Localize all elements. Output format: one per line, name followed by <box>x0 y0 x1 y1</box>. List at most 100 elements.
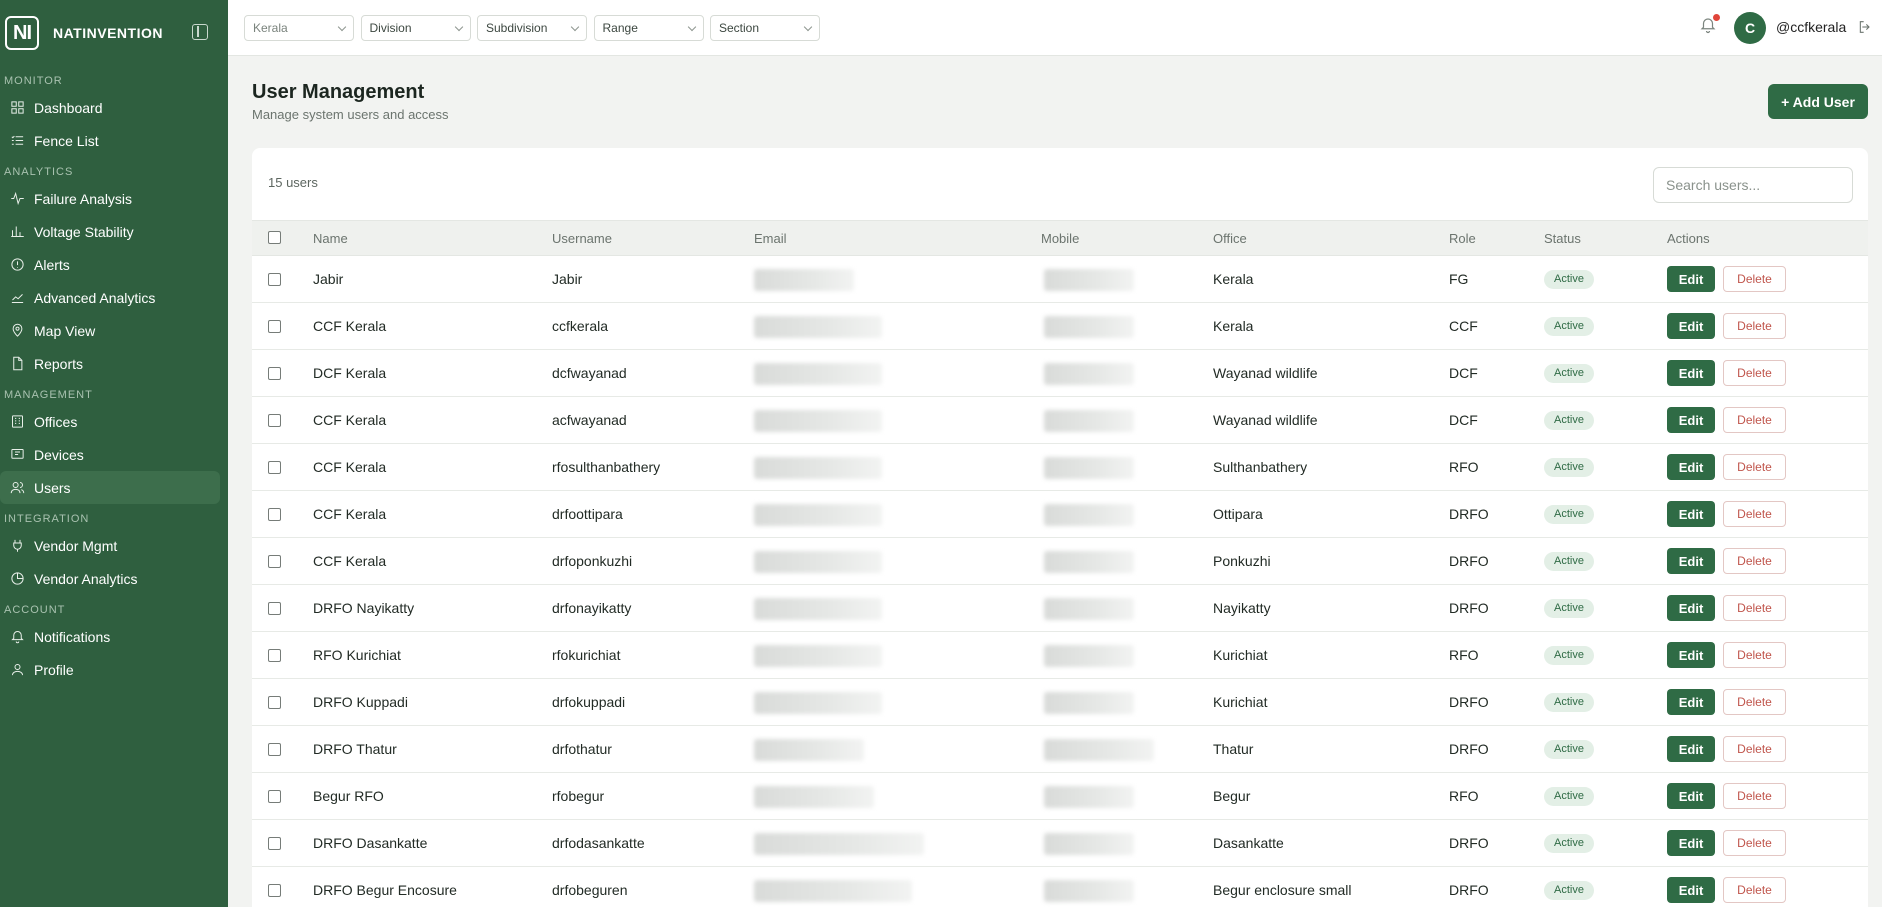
delete-button[interactable]: Delete <box>1723 783 1786 809</box>
delete-button[interactable]: Delete <box>1723 407 1786 433</box>
filter-select-division[interactable]: Division <box>360 15 471 41</box>
user-office: Wayanad wildlife <box>1213 365 1318 381</box>
column-header-email[interactable]: Email <box>754 231 787 246</box>
sidebar-item-voltage-stability[interactable]: Voltage Stability <box>0 215 220 248</box>
current-username[interactable]: @ccfkerala <box>1776 19 1846 35</box>
row-checkbox[interactable] <box>268 508 281 521</box>
user-role: DRFO <box>1449 694 1489 710</box>
edit-button[interactable]: Edit <box>1667 360 1715 386</box>
logout-icon[interactable] <box>1857 19 1875 37</box>
delete-button[interactable]: Delete <box>1723 360 1786 386</box>
delete-button[interactable]: Delete <box>1723 642 1786 668</box>
column-header-mobile[interactable]: Mobile <box>1041 231 1079 246</box>
user-username: drfokuppadi <box>552 694 626 710</box>
sidebar-item-advanced-analytics[interactable]: Advanced Analytics <box>0 281 220 314</box>
column-header-office[interactable]: Office <box>1213 231 1247 246</box>
row-checkbox[interactable] <box>268 696 281 709</box>
filter-select-range[interactable]: Range <box>593 15 704 41</box>
chevron-down-icon <box>687 22 696 32</box>
sidebar-nav: MONITOR Dashboard Fence List ANALYTICS Failu… <box>0 74 228 686</box>
column-header-status[interactable]: Status <box>1544 231 1581 246</box>
delete-button[interactable]: Delete <box>1723 595 1786 621</box>
sidebar-collapse-icon[interactable] <box>192 24 208 40</box>
sidebar-item-users[interactable]: Users <box>0 471 220 504</box>
delete-button[interactable]: Delete <box>1723 501 1786 527</box>
column-header-username[interactable]: Username <box>552 231 612 246</box>
user-name: DRFO Thatur <box>313 741 397 757</box>
table-row: Jabir Jabir Kerala FG Active Edit Delete <box>252 256 1868 303</box>
sidebar-item-failure-analysis[interactable]: Failure Analysis <box>0 182 220 215</box>
edit-button[interactable]: Edit <box>1667 877 1715 903</box>
row-checkbox[interactable] <box>268 649 281 662</box>
row-checkbox[interactable] <box>268 320 281 333</box>
sidebar-item-dashboard[interactable]: Dashboard <box>0 91 220 124</box>
bar-chart-icon <box>8 223 26 241</box>
edit-button[interactable]: Edit <box>1667 407 1715 433</box>
delete-button[interactable]: Delete <box>1723 830 1786 856</box>
row-checkbox[interactable] <box>268 273 281 286</box>
sidebar-item-reports[interactable]: Reports <box>0 347 220 380</box>
sidebar-section-label: MONITOR <box>4 75 63 87</box>
row-checkbox[interactable] <box>268 884 281 897</box>
edit-button[interactable]: Edit <box>1667 313 1715 339</box>
edit-button[interactable]: Edit <box>1667 689 1715 715</box>
delete-button[interactable]: Delete <box>1723 266 1786 292</box>
sidebar-item-devices[interactable]: Devices <box>0 438 220 471</box>
sidebar-item-profile[interactable]: Profile <box>0 653 220 686</box>
sidebar-item-label: Reports <box>34 355 84 372</box>
sidebar-item-offices[interactable]: Offices <box>0 405 220 438</box>
row-checkbox[interactable] <box>268 414 281 427</box>
delete-button[interactable]: Delete <box>1723 454 1786 480</box>
delete-button[interactable]: Delete <box>1723 313 1786 339</box>
redacted-mobile <box>1044 551 1134 573</box>
avatar[interactable]: C <box>1734 12 1766 44</box>
sidebar-item-map-view[interactable]: Map View <box>0 314 220 347</box>
select-all-checkbox[interactable] <box>268 231 281 244</box>
filter-select-section[interactable]: Section <box>710 15 820 41</box>
user-name: CCF Kerala <box>313 553 387 569</box>
filter-select-subdivision[interactable]: Subdivision <box>477 15 587 41</box>
column-header-role[interactable]: Role <box>1449 231 1476 246</box>
edit-button[interactable]: Edit <box>1667 830 1715 856</box>
delete-button[interactable]: Delete <box>1723 689 1786 715</box>
filter-select-kerala[interactable]: Kerala <box>244 15 354 41</box>
redacted-email <box>754 598 882 620</box>
status-badge: Active <box>1544 458 1594 477</box>
user-office: Kerala <box>1213 271 1254 287</box>
search-input[interactable] <box>1653 167 1853 203</box>
add-user-button[interactable]: + Add User <box>1768 84 1868 119</box>
delete-button[interactable]: Delete <box>1723 548 1786 574</box>
row-checkbox[interactable] <box>268 555 281 568</box>
user-office: Wayanad wildlife <box>1213 412 1318 428</box>
delete-button[interactable]: Delete <box>1723 736 1786 762</box>
user-name: DRFO Dasankatte <box>313 835 428 851</box>
row-checkbox[interactable] <box>268 461 281 474</box>
row-checkbox[interactable] <box>268 367 281 380</box>
status-badge: Active <box>1544 693 1594 712</box>
edit-button[interactable]: Edit <box>1667 642 1715 668</box>
column-header-name[interactable]: Name <box>313 231 348 246</box>
row-checkbox[interactable] <box>268 837 281 850</box>
sidebar-item-label: Vendor Mgmt <box>34 537 118 554</box>
edit-button[interactable]: Edit <box>1667 548 1715 574</box>
sidebar-item-vendor-analytics[interactable]: Vendor Analytics <box>0 562 220 595</box>
status-badge: Active <box>1544 317 1594 336</box>
edit-button[interactable]: Edit <box>1667 595 1715 621</box>
sidebar-item-label: Advanced Analytics <box>34 289 156 306</box>
row-checkbox[interactable] <box>268 602 281 615</box>
user-office: Begur enclosure small <box>1213 882 1352 898</box>
row-checkbox[interactable] <box>268 790 281 803</box>
edit-button[interactable]: Edit <box>1667 454 1715 480</box>
delete-button[interactable]: Delete <box>1723 877 1786 903</box>
user-role: DCF <box>1449 365 1478 381</box>
page-subtitle: Manage system users and access <box>252 107 449 122</box>
row-checkbox[interactable] <box>268 743 281 756</box>
sidebar-item-fence-list[interactable]: Fence List <box>0 124 220 157</box>
sidebar-item-notifications[interactable]: Notifications <box>0 620 220 653</box>
sidebar-item-alerts[interactable]: Alerts <box>0 248 220 281</box>
sidebar-item-vendor-mgmt[interactable]: Vendor Mgmt <box>0 529 220 562</box>
edit-button[interactable]: Edit <box>1667 501 1715 527</box>
edit-button[interactable]: Edit <box>1667 783 1715 809</box>
edit-button[interactable]: Edit <box>1667 266 1715 292</box>
edit-button[interactable]: Edit <box>1667 736 1715 762</box>
